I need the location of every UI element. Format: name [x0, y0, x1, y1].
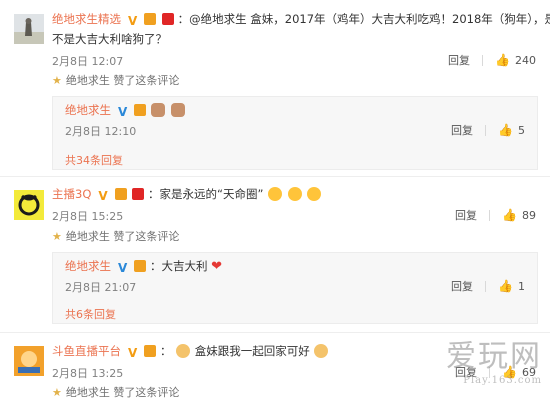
reply-button[interactable]: 回复: [448, 52, 470, 68]
reply-username-link[interactable]: 绝地求生: [65, 103, 111, 117]
avatar[interactable]: [14, 14, 44, 44]
reply-button[interactable]: 回复: [451, 122, 473, 138]
author-like-icon: ★: [52, 230, 62, 243]
avatar[interactable]: [14, 346, 44, 376]
comment-actions: 回复 👍 89: [455, 207, 536, 223]
liked-by-author: ★ 绝地求生 赞了这条评论: [52, 386, 180, 399]
red-badge-icon: [132, 188, 145, 200]
username-link[interactable]: 斗鱼直播平台: [52, 344, 121, 358]
heart-eyes-emoji-icon: [307, 187, 322, 201]
reply-time: 2月8日 21:07: [65, 281, 137, 294]
divider: [489, 209, 491, 221]
comment-1: 绝地求生精选 V ：@绝地求生 盒妹，2017年（鸡年）大吉大利吃鸡！2018年…: [0, 0, 550, 170]
reply-actions: 回复 👍 1: [451, 278, 525, 294]
pray-emoji-icon: [176, 344, 191, 358]
vip-badge-icon: [134, 104, 147, 116]
username-link[interactable]: 绝地求生精选: [52, 12, 121, 26]
vip-badge-icon: [144, 345, 157, 357]
pray-emoji-icon: [314, 344, 329, 358]
comment-line-1: 主播3Q V ：家是永远的“天命圈”: [52, 185, 322, 203]
like-count: 1: [518, 279, 525, 293]
comment-text: ：@绝地求生 盒妹，2017年（鸡年）大吉大利吃鸡！2018年（狗年），是: [177, 12, 550, 26]
username-link[interactable]: 主播3Q: [52, 187, 91, 201]
heart-eyes-emoji-icon: [287, 187, 302, 201]
author-like-icon: ★: [52, 74, 62, 87]
cat-emoji-icon: [150, 103, 165, 117]
author-like-icon: ★: [52, 386, 62, 399]
comment-line-1: 斗鱼直播平台 V ： 盒妹跟我一起回家可好: [52, 342, 329, 360]
heart-eyes-emoji-icon: [268, 187, 283, 201]
more-replies-link[interactable]: 共6条回复: [65, 306, 116, 322]
comment-text: 盒妹跟我一起回家可好: [194, 344, 310, 358]
comment-line-2: 不是大吉大利啥狗了？: [52, 30, 167, 48]
comment-time: 2月8日 15:25: [52, 210, 124, 223]
reply-username-link[interactable]: 绝地求生: [65, 259, 111, 273]
red-badge-icon: [161, 13, 174, 25]
reply-box: 绝地求生 V ：大吉大利 ❤ 2月8日 21:07 回复 👍 1 共6条回复: [52, 252, 538, 324]
like-icon[interactable]: 👍: [495, 53, 510, 67]
blue-verified-icon: V: [118, 105, 128, 119]
reply-box: 绝地求生 V 2月8日 12:10 回复 👍 5 共34条回复: [52, 96, 538, 170]
verified-v-icon: V: [98, 189, 108, 203]
comment-2: 主播3Q V ：家是永远的“天命圈” 2月8日 15:25 回复 👍 89 ★ 绝…: [0, 176, 550, 336]
verified-v-icon: V: [128, 14, 138, 28]
vip-badge-icon: [134, 260, 147, 272]
more-replies-link[interactable]: 共34条回复: [65, 152, 123, 168]
verified-v-icon: V: [128, 346, 138, 360]
reply-text: ：大吉大利: [149, 259, 208, 273]
reply-time: 2月8日 12:10: [65, 125, 137, 138]
like-icon[interactable]: 👍: [502, 208, 517, 222]
liked-by-author: ★ 绝地求生 赞了这条评论: [52, 230, 180, 243]
divider: [485, 124, 487, 136]
blue-verified-icon: V: [118, 261, 128, 275]
divider: [485, 280, 487, 292]
comment-time: 2月8日 13:25: [52, 367, 124, 380]
comment-line-1: 绝地求生精选 V ：@绝地求生 盒妹，2017年（鸡年）大吉大利吃鸡！2018年…: [52, 10, 550, 28]
like-icon[interactable]: 👍: [498, 123, 513, 137]
reply-button[interactable]: 回复: [455, 207, 477, 223]
colon: ：: [159, 344, 172, 358]
like-count: 240: [515, 53, 536, 67]
red-heart-icon: ❤: [211, 259, 223, 274]
reply-line: 绝地求生 V: [65, 101, 186, 119]
watermark-url: Play.163.com: [463, 375, 542, 386]
cat-emoji-icon: [170, 103, 185, 117]
reply-actions: 回复 👍 5: [451, 122, 525, 138]
divider: [482, 54, 484, 66]
like-count: 89: [522, 208, 536, 222]
watermark-title: 爱玩网: [446, 339, 542, 374]
vip-badge-icon: [114, 188, 127, 200]
like-icon[interactable]: 👍: [498, 279, 513, 293]
comment-text-continued: 不是大吉大利啥狗了？: [52, 32, 167, 46]
watermark-logo: 爱玩网 Play.163.com: [446, 331, 542, 386]
like-count: 5: [518, 123, 525, 137]
comment-time: 2月8日 12:07: [52, 55, 124, 68]
vip-badge-icon: [144, 13, 157, 25]
reply-button[interactable]: 回复: [451, 278, 473, 294]
comment-actions: 回复 👍 240: [448, 52, 536, 68]
avatar[interactable]: [14, 190, 44, 220]
comment-text: ：家是永远的“天命圈”: [148, 187, 264, 201]
liked-by-author: ★ 绝地求生 赞了这条评论: [52, 74, 180, 87]
reply-line: 绝地求生 V ：大吉大利 ❤: [65, 257, 222, 276]
